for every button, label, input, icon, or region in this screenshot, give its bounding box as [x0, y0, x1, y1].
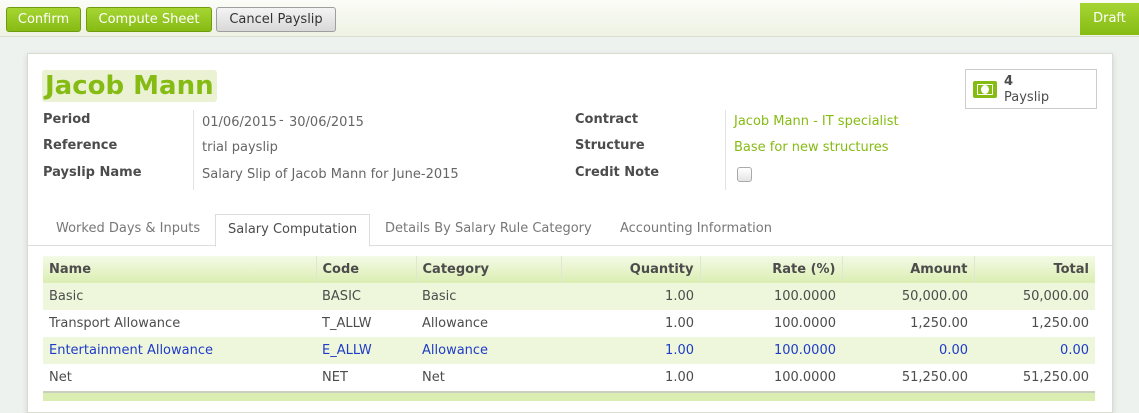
- column-header-total[interactable]: Total: [974, 256, 1095, 283]
- tab-worked-days-inputs[interactable]: Worked Days & Inputs: [44, 214, 212, 246]
- cell-code: T_ALLW: [322, 316, 372, 331]
- period-from-field[interactable]: 01/06/2015: [202, 115, 277, 130]
- cell-name: Transport Allowance: [49, 316, 181, 331]
- payslip-count: 4: [1004, 74, 1014, 89]
- control-panel: Confirm Compute Sheet Cancel Payslip Dra…: [0, 0, 1139, 37]
- column-header-amount[interactable]: Amount: [842, 256, 975, 283]
- cell-total: 1,250.00: [1031, 316, 1089, 331]
- reference-field[interactable]: trial payslip: [202, 140, 278, 155]
- cell-name: Net: [49, 370, 72, 385]
- cell-category: Net: [422, 370, 445, 385]
- table-footer: [43, 391, 1095, 401]
- field-divider: [193, 110, 194, 190]
- notebook-tabs: Worked Days & Inputs Salary Computation …: [28, 214, 1112, 247]
- tab-accounting-information[interactable]: Accounting Information: [608, 214, 784, 246]
- reference-label: Reference: [43, 138, 118, 153]
- cell-amount: 1,250.00: [910, 316, 968, 331]
- confirm-button[interactable]: Confirm: [6, 7, 81, 32]
- payslip-name-label: Payslip Name: [43, 165, 142, 180]
- table-row[interactable]: Net NET Net 1.00 100.0000 51,250.00 51,2…: [43, 364, 1095, 391]
- credit-note-label: Credit Note: [575, 165, 660, 180]
- cell-total: 51,250.00: [1022, 370, 1089, 385]
- table-row[interactable]: Entertainment Allowance E_ALLW Allowance…: [43, 337, 1095, 364]
- credit-note-checkbox[interactable]: [737, 167, 752, 182]
- status-draft[interactable]: Draft: [1080, 3, 1139, 35]
- period-label: Period: [43, 112, 91, 127]
- cell-name: Basic: [43, 283, 316, 310]
- cell-quantity: 1.00: [561, 337, 700, 364]
- tab-salary-computation[interactable]: Salary Computation: [215, 214, 371, 247]
- period-separator: -: [279, 113, 284, 128]
- cell-rate: 100.0000: [700, 283, 842, 310]
- cell-quantity: 1.00: [665, 370, 694, 385]
- salary-lines-table: Name Code Category Quantity Rate (%) Amo…: [43, 256, 1095, 391]
- column-header-rate[interactable]: Rate (%): [700, 256, 843, 283]
- cell-total: 0.00: [974, 337, 1095, 364]
- tab-details-by-salary-rule-category[interactable]: Details By Salary Rule Category: [373, 214, 604, 246]
- employee-name[interactable]: Jacob Mann: [42, 70, 217, 102]
- cell-quantity: 1.00: [561, 283, 700, 310]
- cell-category: Allowance: [416, 337, 561, 364]
- cancel-payslip-button[interactable]: Cancel Payslip: [216, 7, 336, 32]
- money-icon: [973, 81, 997, 98]
- cell-category: Allowance: [422, 316, 489, 331]
- cell-quantity: 1.00: [665, 316, 694, 331]
- cell-rate: 100.0000: [773, 370, 836, 385]
- table-row[interactable]: Transport Allowance T_ALLW Allowance 1.0…: [43, 310, 1095, 337]
- table-header-row: Name Code Category Quantity Rate (%) Amo…: [43, 256, 1095, 283]
- payslip-name-field[interactable]: Salary Slip of Jacob Mann for June-2015: [202, 167, 459, 182]
- cell-amount: 51,250.00: [901, 370, 968, 385]
- form-sheet: Jacob Mann 4 Payslip Period 01/06/2015 -…: [27, 53, 1113, 413]
- cell-total: 50,000.00: [974, 283, 1095, 310]
- payslip-smart-button[interactable]: 4 Payslip: [965, 69, 1097, 109]
- compute-sheet-button[interactable]: Compute Sheet: [86, 7, 212, 32]
- cell-code: NET: [322, 370, 348, 385]
- contract-link[interactable]: Jacob Mann - IT specialist: [734, 114, 899, 129]
- structure-label: Structure: [575, 138, 645, 153]
- cell-code: E_ALLW: [316, 337, 416, 364]
- contract-label: Contract: [575, 112, 639, 127]
- cell-amount: 50,000.00: [842, 283, 974, 310]
- structure-link[interactable]: Base for new structures: [734, 140, 889, 155]
- column-header-name[interactable]: Name: [43, 256, 317, 283]
- table-row[interactable]: Basic BASIC Basic 1.00 100.0000 50,000.0…: [43, 283, 1095, 310]
- cell-code: BASIC: [316, 283, 416, 310]
- cell-amount: 0.00: [842, 337, 974, 364]
- cell-rate: 100.0000: [773, 316, 836, 331]
- column-header-quantity[interactable]: Quantity: [561, 256, 701, 283]
- cell-category: Basic: [416, 283, 561, 310]
- field-divider: [725, 110, 726, 190]
- column-header-code[interactable]: Code: [316, 256, 417, 283]
- column-header-category[interactable]: Category: [416, 256, 562, 283]
- cell-name: Entertainment Allowance: [43, 337, 316, 364]
- period-to-field[interactable]: 30/06/2015: [289, 115, 364, 130]
- payslip-count-label: Payslip: [1004, 90, 1050, 105]
- cell-rate: 100.0000: [700, 337, 842, 364]
